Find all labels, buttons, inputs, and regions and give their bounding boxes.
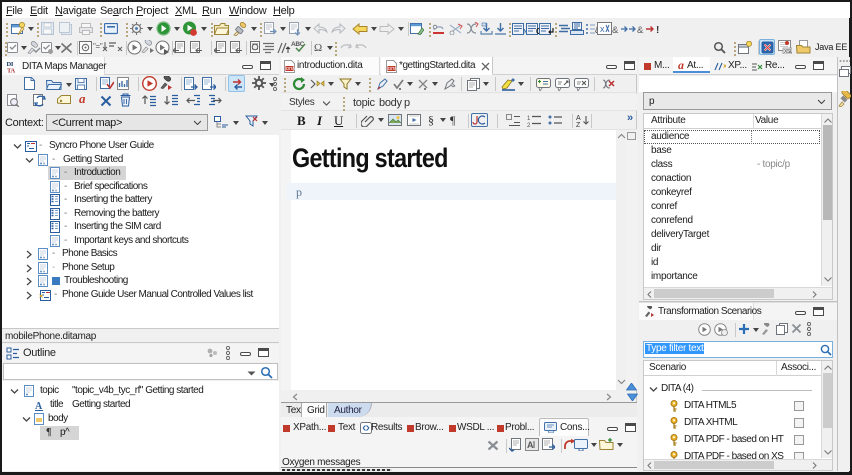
svg-text:Ω: Ω [314,42,322,52]
svg-text:TA: TA [7,68,16,74]
svg-text:XSL: XSL [784,49,792,54]
svg-text:A: A [527,440,534,450]
svg-text:Z: Z [576,122,581,127]
svg-text:DITA: DITA [388,66,397,71]
svg-text:&: & [612,25,619,34]
svg-text:A: A [35,401,43,411]
svg-text:A: A [576,115,581,122]
svg-text:DITA: DITA [286,66,295,71]
svg-text:2: 2 [527,123,531,127]
svg-text:&: & [637,25,644,34]
svg-text:a: a [79,92,86,105]
svg-text:1: 1 [527,116,531,122]
svg-text:!: ! [656,25,659,34]
svg-text:"=": "=" [93,42,103,51]
